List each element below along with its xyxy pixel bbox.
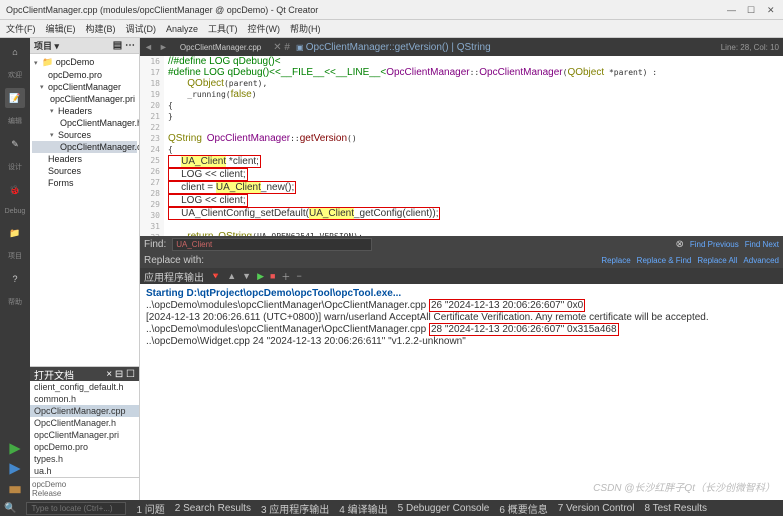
menu-item[interactable]: 文件(F) [6,22,36,35]
statusbar-item[interactable]: 8 Test Results [644,501,707,516]
find-bar: Find: ⊗ Find Previous Find Next [140,236,783,252]
tree-item[interactable]: OpcClientManager.h [32,117,137,129]
filter-icon[interactable]: 🔻 [210,271,221,282]
open-files-header[interactable]: 打开文档× ⊟ ☐ [30,367,139,381]
back-icon[interactable]: ◄ [144,42,153,52]
window-controls: — ☐ ✕ [727,5,777,15]
find-next-button[interactable]: Find Next [745,240,779,249]
advanced-button[interactable]: Advanced [743,256,779,265]
forward-icon[interactable]: ► [159,42,168,52]
code-editor[interactable]: 16 17 18 19 20 21 22 23 24 25 26 27 28 2… [140,56,783,236]
output-pane[interactable]: Starting D:\qtProject\opcDemo\opcTool\op… [140,284,783,500]
build-config[interactable]: opcDemoRelease [30,477,139,500]
tree-item[interactable]: ▾Sources [32,129,137,141]
find-label: Find: [144,239,166,250]
minimize-icon[interactable]: — [727,5,737,15]
design-icon[interactable]: ✎ [5,134,25,154]
close-icon[interactable]: ✕ [767,5,777,15]
symbol-crumb[interactable]: ▣ OpcClientManager::getVersion() | QStri… [296,42,715,53]
output-line: ..\opcDemo\Widget.cpp 24 "2024-12-13 20:… [146,336,777,348]
run-bar [0,438,30,500]
open-file-item[interactable]: opcDemo.pro [30,441,139,453]
open-file-item[interactable]: ua.h [30,465,139,477]
tree-item[interactable]: opcClientManager.pri [32,93,137,105]
tree-root[interactable]: ▾📁 opcDemo [32,56,137,69]
projects-icon[interactable]: 📁 [5,223,25,243]
activity-bar: ⌂欢迎 📝编辑 ✎设计 🐞Debug 📁项目 ?帮助 [0,38,30,500]
output-line: ..\opcDemo\modules\opcClientManager\OpcC… [146,324,777,336]
status-bar: 🔍 1 问题 2 Search Results 3 应用程序输出 4 编译输出 5 De… [0,500,783,516]
find-close-icon[interactable]: ⊗ [675,239,683,250]
editor-toolbar: ◄ ► OpcClientManager.cpp ✕ # ▣ OpcClient… [140,38,783,56]
locator-input[interactable] [26,502,126,515]
open-files-panel: 打开文档× ⊟ ☐ client_config_default.hcommon.… [30,366,139,477]
minus-icon[interactable]: − [296,271,301,281]
statusbar-item[interactable]: 1 问题 [136,501,164,516]
replace-all-button[interactable]: Replace All [697,256,737,265]
tree-item[interactable]: Forms [32,177,137,189]
statusbar-item[interactable]: 7 Version Control [558,501,635,516]
statusbar-item[interactable]: 6 概要信息 [499,501,547,516]
debug-icon[interactable]: 🐞 [5,180,25,200]
statusbar-item[interactable]: 2 Search Results [175,501,251,516]
menu-item[interactable]: 控件(W) [248,22,281,35]
watermark: CSDN @长沙红胖子Qt（长沙创微智科） [593,479,775,494]
titlebar: OpcClientManager.cpp (modules/opcClientM… [0,0,783,20]
open-file-item[interactable]: OpcClientManager.cpp [30,405,139,417]
build-icon[interactable] [6,482,24,496]
cursor-position: Line: 28, Col: 10 [721,43,779,52]
open-file-item[interactable]: client_config_default.h [30,381,139,393]
replace-bar: Replace with: Replace Replace & Find Rep… [140,252,783,268]
run-icon[interactable]: ▶ [257,271,264,282]
menu-item[interactable]: 构建(B) [86,22,116,35]
output-title: 应用程序输出 [144,269,204,284]
statusbar-item[interactable]: 3 应用程序输出 [261,501,329,516]
window-title: OpcClientManager.cpp (modules/opcClientM… [6,5,727,15]
run-button-icon[interactable] [6,442,24,456]
help-icon[interactable]: ? [5,269,25,289]
find-prev-button[interactable]: Find Previous [690,240,739,249]
statusbar-item[interactable]: 4 编译输出 [339,501,387,516]
replace-label: Replace with: [144,255,204,266]
project-tree: ▾📁 opcDemoopcDemo.pro▾opcClientManagerop… [30,54,139,191]
menu-item[interactable]: 工具(T) [208,22,238,35]
output-line: ..\opcDemo\modules\opcClientManager\OpcC… [146,300,777,312]
maximize-icon[interactable]: ☐ [747,5,757,15]
menu-item[interactable]: 调试(D) [126,22,157,35]
tree-item[interactable]: opcDemo.pro [32,69,137,81]
tree-item[interactable]: Headers [32,153,137,165]
sidebar: 项目 ▾ ▤ ⋯ ▾📁 opcDemoopcDemo.pro▾opcClient… [30,38,140,500]
statusbar-item[interactable]: 5 Debugger Console [398,501,490,516]
replace-button[interactable]: Replace [601,256,630,265]
locator-icon[interactable]: 🔍 [4,503,16,514]
project-header[interactable]: 项目 ▾ ▤ ⋯ [30,38,139,54]
stop-icon[interactable]: ■ [270,271,275,281]
output-header: 应用程序输出 🔻 ▲ ▼ ▶ ■ ＋ − [140,268,783,284]
find-input[interactable] [172,238,372,251]
menu-item[interactable]: Analyze [166,24,198,34]
edit-icon[interactable]: 📝 [5,88,25,108]
open-file-item[interactable]: opcClientManager.pri [30,429,139,441]
replace-find-button[interactable]: Replace & Find [637,256,692,265]
file-tab[interactable]: OpcClientManager.cpp [174,41,267,54]
menu-item[interactable]: 编辑(E) [46,22,76,35]
tree-item[interactable]: ▾Headers [32,105,137,117]
up-icon[interactable]: ▲ [227,271,236,281]
open-file-item[interactable]: common.h [30,393,139,405]
down-icon[interactable]: ▼ [242,271,251,281]
open-file-item[interactable]: OpcClientManager.h [30,417,139,429]
debug-run-icon[interactable] [6,462,24,476]
tree-item[interactable]: OpcClientManager.cpp [32,141,137,153]
welcome-icon[interactable]: ⌂ [5,42,25,62]
plus-icon[interactable]: ＋ [281,270,290,283]
editor-area: ◄ ► OpcClientManager.cpp ✕ # ▣ OpcClient… [140,38,783,500]
tree-item[interactable]: ▾opcClientManager [32,81,137,93]
menu-item[interactable]: 帮助(H) [290,22,321,35]
menubar: 文件(F) 编辑(E) 构建(B) 调试(D) Analyze 工具(T) 控件(W) 帮助(… [0,20,783,38]
open-file-item[interactable]: types.h [30,453,139,465]
tree-item[interactable]: Sources [32,165,137,177]
